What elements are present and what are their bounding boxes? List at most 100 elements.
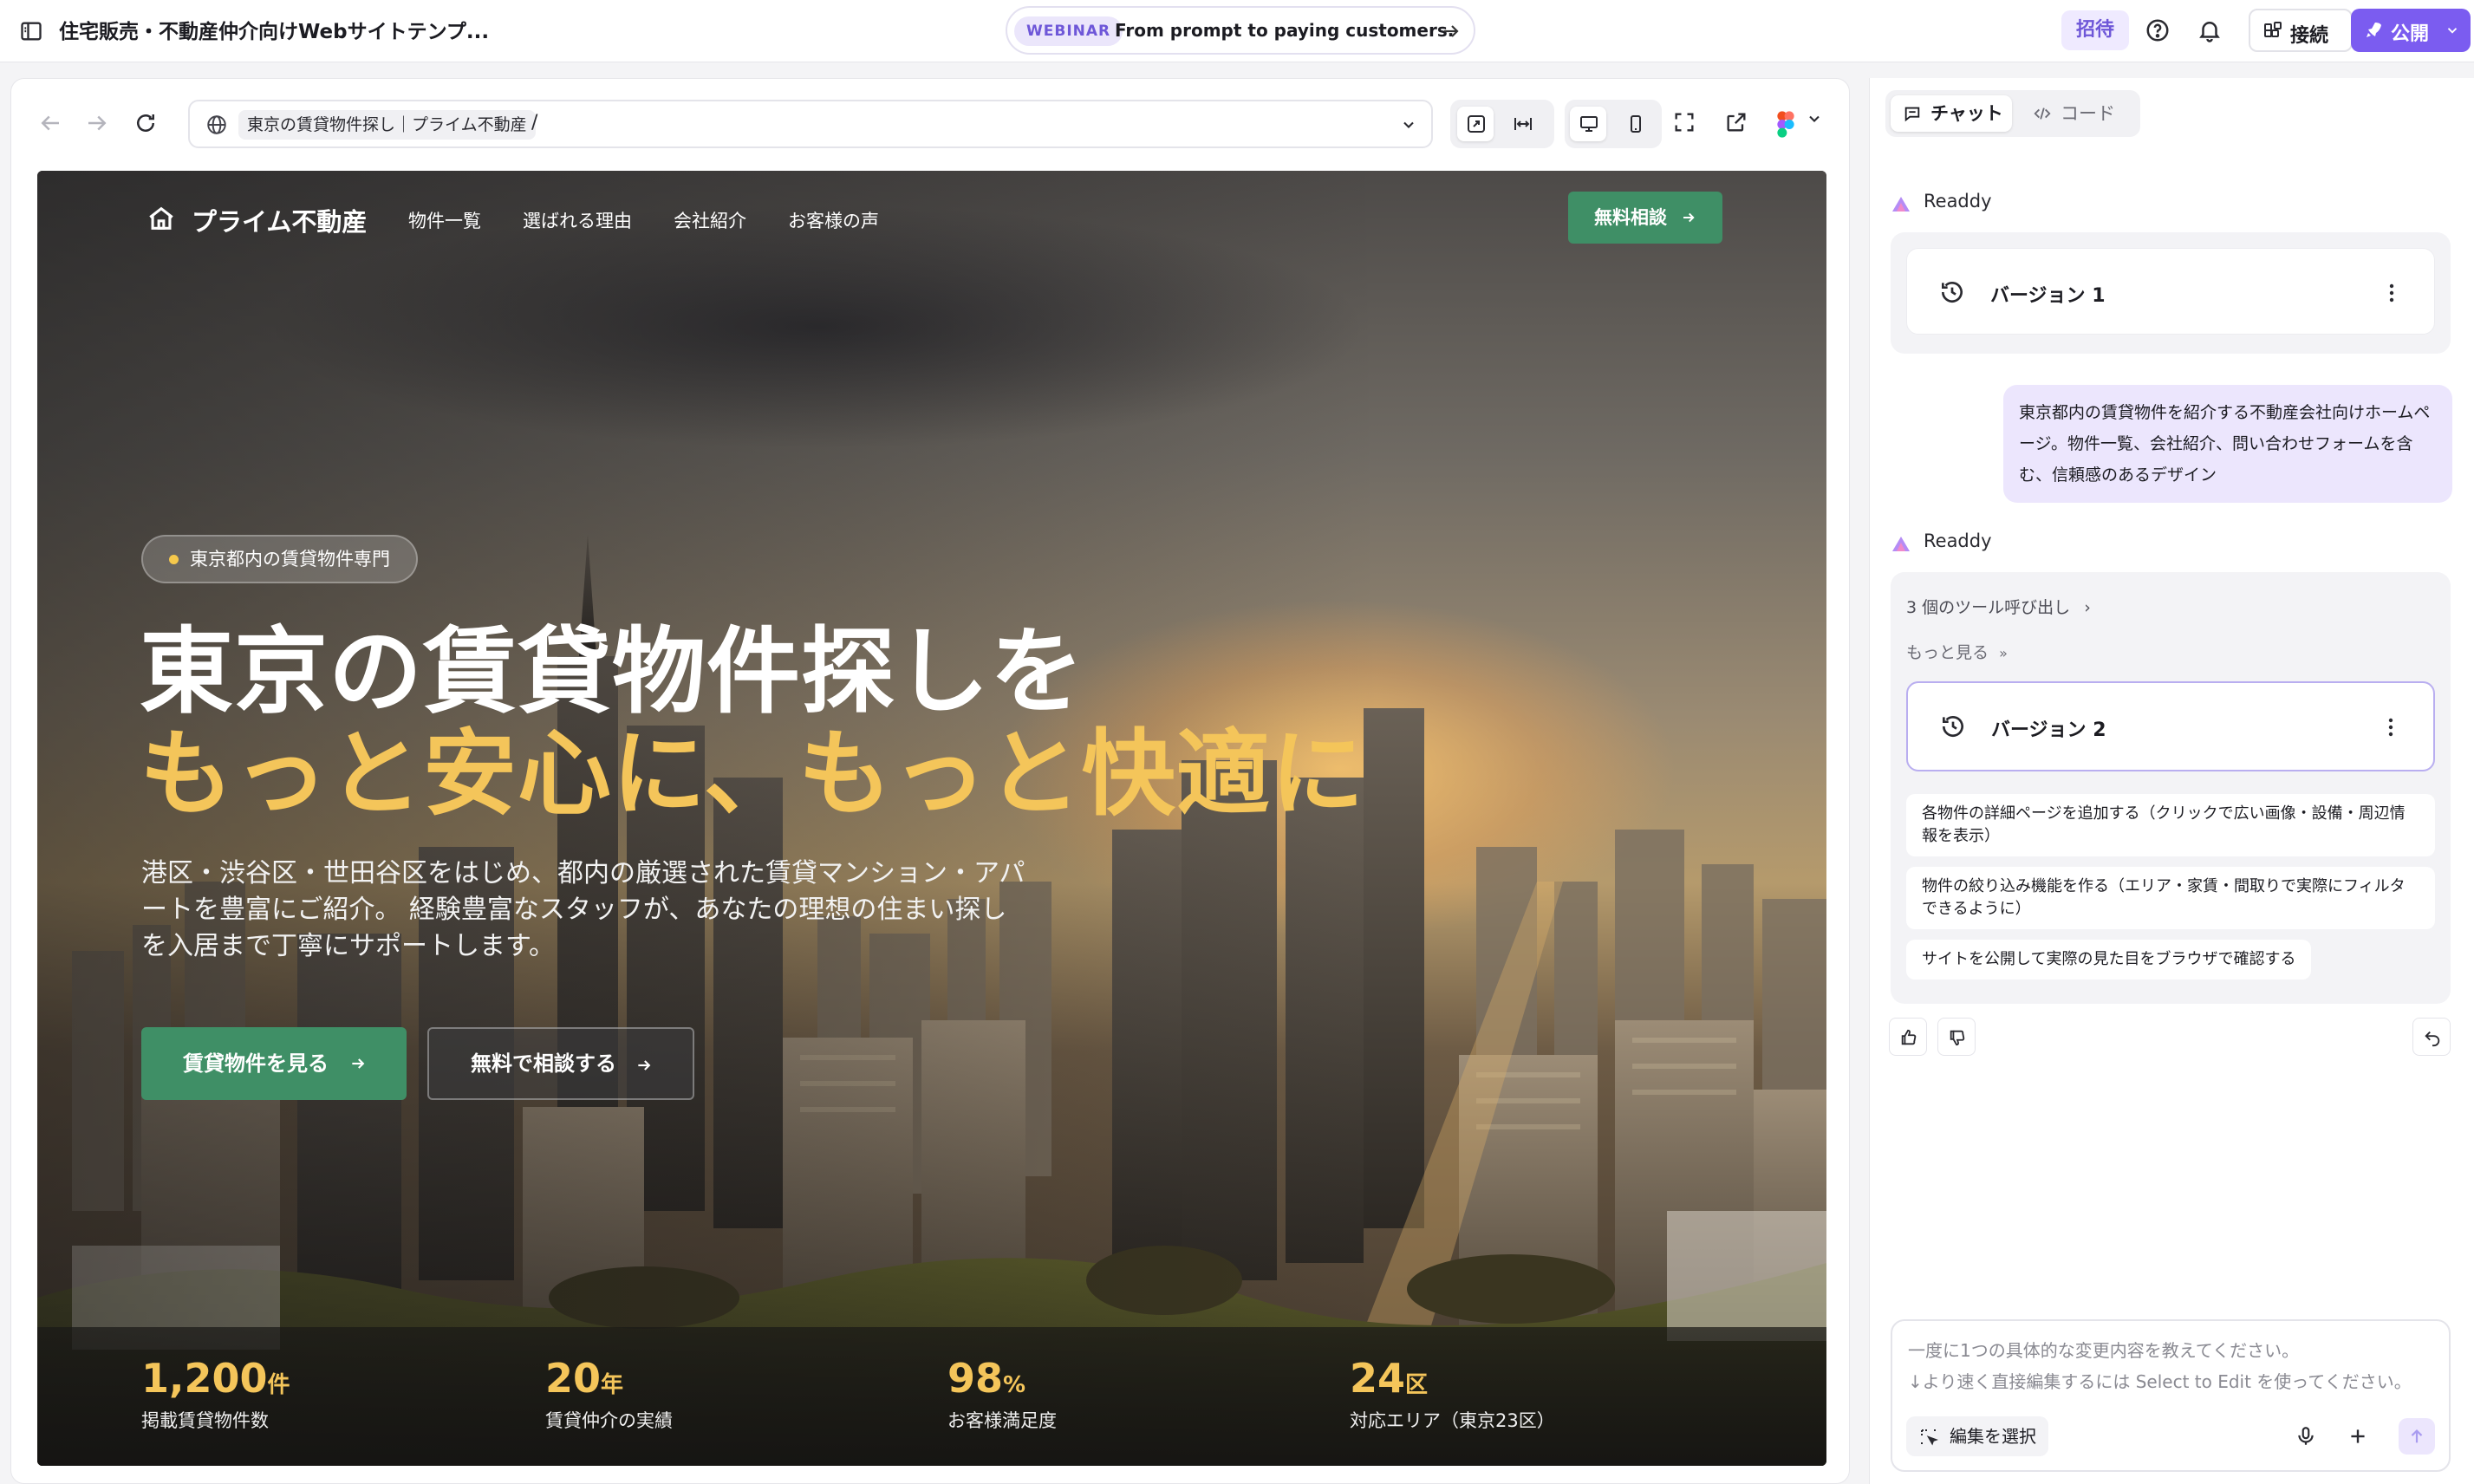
consult-free-label: 無料で相談する [471, 1051, 616, 1076]
status-dot [169, 555, 179, 564]
suggestion-chip[interactable]: 各物件の詳細ページを追加する（クリックで広い画像・設備・周辺情報を表示） [1906, 794, 2435, 856]
tool-calls-toggle[interactable]: 3 個のツール呼び出し › [1906, 595, 2091, 618]
undo-button[interactable] [2412, 1018, 2451, 1056]
code-icon [2034, 107, 2051, 120]
view-listings-button[interactable]: 賃貸物件を見る [141, 1027, 407, 1100]
invite-button[interactable]: 招待 [2061, 10, 2129, 50]
publish-button[interactable]: 公開 [2351, 9, 2471, 52]
hero-headline-line1: 東京の賃貸物件探しを [140, 618, 1085, 726]
version-card[interactable]: バージョン 2 [1906, 681, 2435, 771]
nav-link-listings[interactable]: 物件一覧 [408, 207, 481, 233]
stat-unit: 区 [1405, 1372, 1429, 1398]
stat-item: 24区 対応エリア（東京23区） [1350, 1355, 1555, 1433]
stat-label: 掲載賃貸物件数 [141, 1410, 269, 1431]
chevron-down-icon[interactable] [1806, 110, 1823, 134]
show-more-toggle[interactable]: もっと見る » [1906, 640, 2008, 663]
stats-bar: 1,200件 掲載賃貸物件数 20年 賃貸仲介の実績 98% お客様満足度 24… [37, 1327, 1826, 1466]
tool-calls-label: 3 個のツール呼び出し [1906, 598, 2071, 617]
stat-value: 20 [545, 1355, 602, 1402]
tab-code[interactable]: コード [2021, 95, 2133, 132]
back-arrow-icon[interactable] [37, 110, 63, 136]
suggestion-chip[interactable]: サイトを公開して実際の見た目をブラウザで確認する [1906, 940, 2312, 980]
integrations-icon [2262, 21, 2283, 42]
consult-free-button[interactable]: 無料で相談する [427, 1027, 694, 1100]
connect-button[interactable]: 接続 [2249, 9, 2353, 52]
reload-icon[interactable] [133, 110, 159, 136]
select-to-edit-button[interactable]: 編集を選択 [1906, 1416, 2048, 1456]
composer-placeholder: 一度に1つの具体的な変更内容を教えてください。 [1908, 1340, 2300, 1361]
nav-link-reasons[interactable]: 選ばれる理由 [523, 207, 632, 233]
history-icon [1939, 713, 1967, 740]
hero-tag: 東京都内の賃貸物件専門 [141, 535, 418, 583]
history-icon [1938, 278, 1966, 306]
suggestion-chip[interactable]: 物件の絞り込み機能を作る（エリア・家賃・間取りで実際にフィルタできるように） [1906, 867, 2435, 929]
stat-value: 1,200 [141, 1355, 268, 1402]
message-composer[interactable]: 一度に1つの具体的な変更内容を教えてください。 ↓より速く直接編集するには Se… [1891, 1319, 2451, 1472]
microphone-icon[interactable] [2295, 1425, 2317, 1448]
publish-label: 公開 [2391, 23, 2430, 45]
project-title[interactable]: 住宅販売・不動産仲介向けWebサイトテンプ... [59, 15, 489, 44]
url-bar[interactable]: 東京の賃貸物件探し｜プライム不動産 / [188, 100, 1433, 148]
chevron-right-icon: › [2084, 598, 2091, 617]
stat-item: 20年 賃貸仲介の実績 [545, 1355, 673, 1433]
undo-icon [2425, 1031, 2440, 1047]
sidebar-toggle-icon[interactable] [19, 19, 43, 43]
home-icon [146, 204, 176, 233]
tab-chat-label: チャット [1930, 103, 2003, 124]
free-consultation-button[interactable]: 無料相談 [1568, 192, 1722, 244]
nav-link-company[interactable]: 会社紹介 [674, 207, 746, 233]
readdy-logo-icon [1892, 537, 1910, 551]
fit-width-button[interactable] [1504, 107, 1540, 141]
stat-unit: 件 [267, 1372, 290, 1398]
more-vertical-icon[interactable] [2389, 283, 2394, 303]
webinar-banner[interactable]: WEBINAR From prompt to paying customers. [1006, 6, 1475, 55]
bell-icon[interactable] [2197, 17, 2223, 43]
nav-link-testimonials[interactable]: お客様の声 [788, 207, 879, 233]
website-preview: プライム不動産 物件一覧 選ばれる理由 会社紹介 お客様の声 無料相談 東京都内… [37, 171, 1826, 1466]
stat-label: 賃貸仲介の実績 [545, 1410, 673, 1431]
thumbs-down-icon [1950, 1030, 1965, 1046]
view-mode-group [1450, 100, 1554, 148]
tab-chat[interactable]: チャット [1891, 95, 2012, 132]
stat-label: 対応エリア（東京23区） [1350, 1410, 1555, 1431]
arrow-up-icon [2411, 1429, 2423, 1443]
chat-bubble-icon [1904, 107, 1920, 122]
figma-icon[interactable] [1776, 110, 1795, 138]
thumbs-up-button[interactable] [1889, 1018, 1927, 1056]
more-vertical-icon[interactable] [2388, 718, 2393, 737]
double-chevron-down-icon: » [1999, 645, 2008, 661]
fit-width-icon [1514, 118, 1532, 130]
hero-tag-label: 東京都内の賃貸物件専門 [190, 549, 390, 570]
chevron-down-icon[interactable] [1400, 116, 1417, 133]
stat-value: 24 [1350, 1355, 1406, 1402]
site-header: プライム不動産 物件一覧 選ばれる理由 会社紹介 お客様の声 無料相談 [37, 171, 1826, 266]
arrow-right-icon [638, 1060, 651, 1071]
agent-name: Readdy [1924, 530, 1992, 551]
send-button[interactable] [2399, 1418, 2435, 1455]
desktop-view-button[interactable] [1570, 107, 1606, 141]
url-path[interactable]: / [531, 112, 537, 133]
thumbs-down-button[interactable] [1937, 1018, 1976, 1056]
site-logo[interactable]: プライム不動産 [192, 202, 367, 238]
device-group [1565, 100, 1662, 148]
help-icon[interactable] [2145, 17, 2171, 43]
page-title-chip[interactable]: 東京の賃貸物件探し｜プライム不動産 [238, 110, 536, 140]
connect-label: 接続 [2290, 25, 2329, 47]
response-block: 3 個のツール呼び出し › もっと見る » バージョン 2 各物件の詳細ページを… [1891, 572, 2451, 1004]
version-block: バージョン 1 [1891, 232, 2451, 354]
mobile-view-button[interactable] [1617, 107, 1653, 141]
rocket-icon [2363, 20, 2384, 41]
stat-label: お客様満足度 [947, 1410, 1057, 1431]
fit-view-button[interactable] [1457, 107, 1494, 141]
select-cursor-icon [1921, 1429, 1938, 1446]
fullscreen-icon[interactable] [1672, 110, 1696, 134]
open-external-icon[interactable] [1724, 110, 1748, 134]
forward-arrow-icon[interactable] [84, 110, 110, 136]
hero-headline-line2: もっと安心に、もっと快適に [140, 720, 1365, 829]
chevron-down-icon [2445, 23, 2460, 38]
webinar-text: From prompt to paying customers. [1115, 20, 1455, 41]
expand-icon [1468, 115, 1485, 133]
plus-icon[interactable] [2347, 1425, 2369, 1448]
agent-name: Readdy [1924, 191, 1992, 212]
version-card[interactable]: バージョン 1 [1906, 248, 2435, 335]
